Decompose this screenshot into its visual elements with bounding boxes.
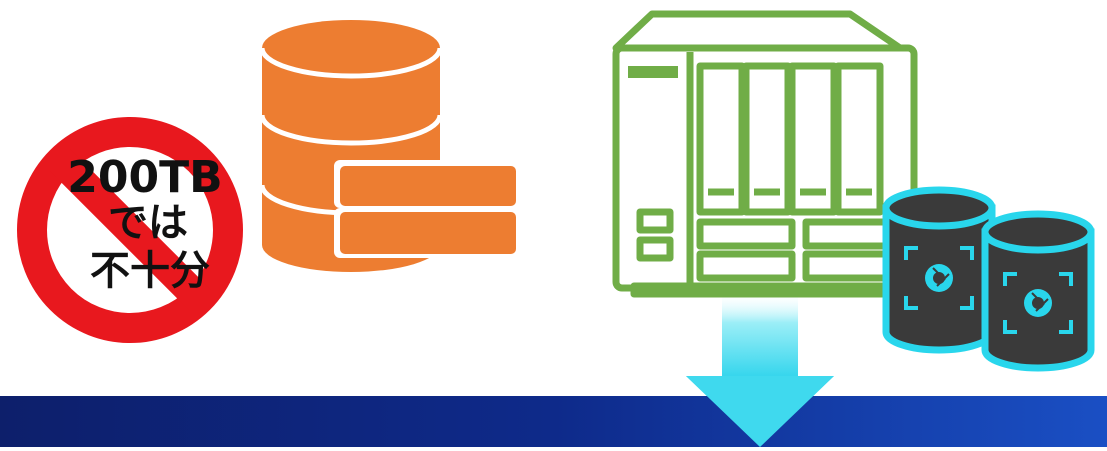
snapshot-volume-icon bbox=[882, 186, 996, 354]
no-entry-line2: では bbox=[108, 200, 188, 246]
no-entry-line3: 不十分 bbox=[90, 248, 210, 294]
no-entry-line1: 200TB bbox=[67, 152, 222, 203]
storage-expansion-icon bbox=[334, 160, 520, 258]
diagram-canvas: 200TB では 不十分 bbox=[0, 0, 1107, 447]
nas-icon bbox=[612, 10, 918, 298]
footer-bar bbox=[0, 396, 1107, 447]
snapshot-volume-icon bbox=[981, 210, 1095, 372]
prohibition-icon: 200TB では 不十分 bbox=[16, 116, 244, 344]
